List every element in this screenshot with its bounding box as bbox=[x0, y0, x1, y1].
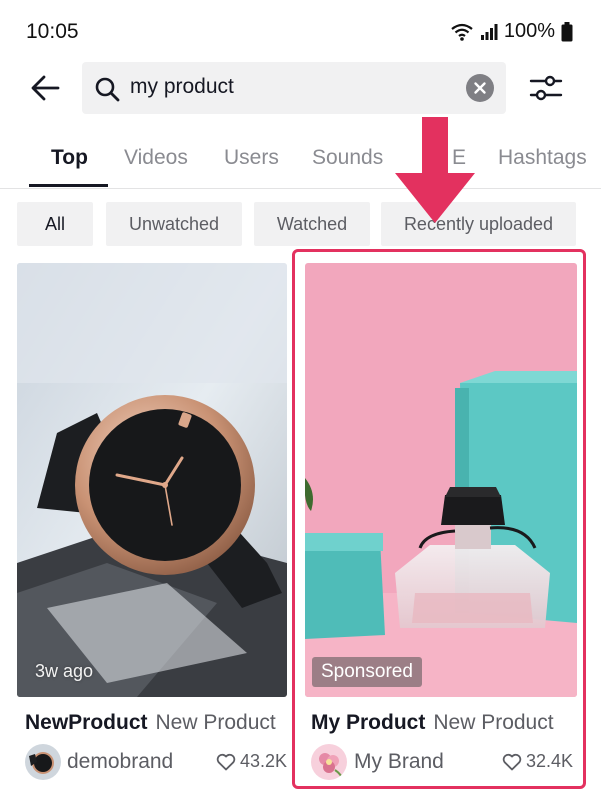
like-count: 43.2K bbox=[216, 751, 287, 772]
tab-top[interactable]: Top bbox=[51, 146, 88, 170]
signal-icon bbox=[480, 23, 498, 40]
chip-unwatched[interactable]: Unwatched bbox=[106, 202, 242, 246]
avatar[interactable] bbox=[25, 744, 61, 780]
chip-all[interactable]: All bbox=[17, 202, 93, 246]
battery-percent: 100% bbox=[503, 20, 555, 42]
search-input[interactable]: my product bbox=[130, 75, 234, 99]
video-thumbnail-watch[interactable] bbox=[17, 263, 287, 697]
search-bar[interactable]: my product bbox=[82, 62, 506, 114]
filter-sliders-icon[interactable] bbox=[528, 70, 564, 106]
video-title: NewProduct bbox=[25, 711, 148, 734]
video-age-label: 3w ago bbox=[35, 661, 94, 681]
heart-icon bbox=[216, 753, 236, 770]
result-title[interactable]: NewProduct New Product bbox=[25, 711, 276, 735]
close-icon bbox=[474, 82, 486, 94]
watch-avatar-icon bbox=[25, 744, 61, 780]
search-tabs: Top Videos Users Sounds E Hashtags bbox=[0, 142, 601, 188]
tab-hashtags[interactable]: Hashtags bbox=[498, 146, 587, 170]
video-subtitle: New Product bbox=[155, 711, 276, 734]
search-icon bbox=[95, 77, 120, 102]
highlight-box bbox=[292, 249, 586, 789]
like-count-value: 43.2K bbox=[240, 751, 288, 771]
author-name[interactable]: demobrand bbox=[67, 750, 173, 774]
clear-search-button[interactable] bbox=[466, 74, 494, 102]
tab-videos[interactable]: Videos bbox=[124, 146, 188, 170]
status-time: 10:05 bbox=[26, 20, 79, 43]
status-bar: 10:05 100% bbox=[0, 0, 601, 60]
active-tab-indicator bbox=[29, 184, 108, 187]
battery-icon bbox=[561, 21, 573, 41]
tabs-divider bbox=[0, 188, 601, 189]
tab-users[interactable]: Users bbox=[224, 146, 279, 170]
watch-image bbox=[17, 263, 287, 697]
back-arrow-icon[interactable] bbox=[28, 70, 64, 106]
wifi-icon bbox=[451, 23, 473, 41]
chip-watched[interactable]: Watched bbox=[254, 202, 370, 246]
pointer-arrow-icon bbox=[395, 117, 475, 223]
status-icons: 100% bbox=[450, 20, 573, 43]
tab-sounds[interactable]: Sounds bbox=[312, 146, 383, 170]
